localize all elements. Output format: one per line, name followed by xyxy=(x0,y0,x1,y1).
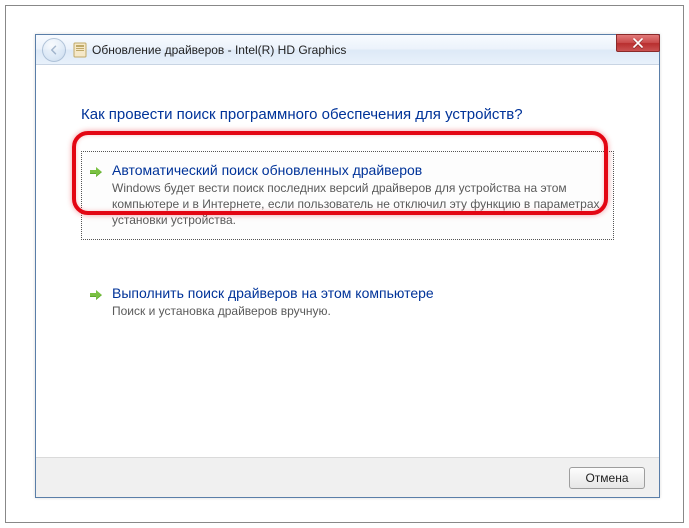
arrow-right-icon xyxy=(88,287,104,303)
footer: Отмена xyxy=(36,457,659,497)
option-auto-body: Автоматический поиск обновленных драйвер… xyxy=(112,162,601,229)
close-button[interactable] xyxy=(616,34,660,52)
cancel-button[interactable]: Отмена xyxy=(569,467,645,489)
device-icon xyxy=(72,42,88,58)
cancel-button-label: Отмена xyxy=(585,471,628,485)
option-auto-search[interactable]: Автоматический поиск обновленных драйвер… xyxy=(81,151,614,240)
arrow-right-icon xyxy=(88,164,104,180)
content-area: Как провести поиск программного обеспече… xyxy=(46,77,649,453)
option-auto-title: Автоматический поиск обновленных драйвер… xyxy=(112,162,601,178)
back-arrow-icon xyxy=(48,44,60,56)
option-manual-body: Выполнить поиск драйверов на этом компью… xyxy=(112,285,601,319)
option-auto-desc: Windows будет вести поиск последних верс… xyxy=(112,180,601,229)
option-manual-search[interactable]: Выполнить поиск драйверов на этом компью… xyxy=(81,274,614,330)
driver-update-window: Обновление драйверов - Intel(R) HD Graph… xyxy=(35,34,660,498)
page-heading: Как провести поиск программного обеспече… xyxy=(81,106,614,123)
option-manual-desc: Поиск и установка драйверов вручную. xyxy=(112,303,601,319)
back-button[interactable] xyxy=(42,38,66,62)
titlebar: Обновление драйверов - Intel(R) HD Graph… xyxy=(36,35,659,65)
close-icon xyxy=(633,38,643,48)
window-title: Обновление драйверов - Intel(R) HD Graph… xyxy=(92,43,346,57)
option-manual-title: Выполнить поиск драйверов на этом компью… xyxy=(112,285,601,301)
